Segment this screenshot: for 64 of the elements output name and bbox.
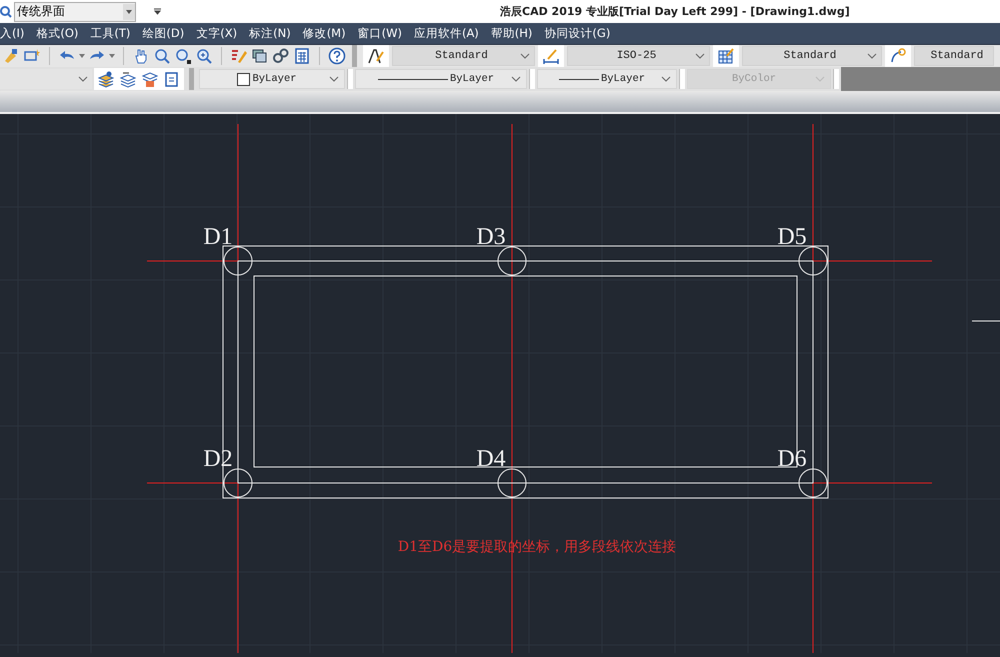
- point-label: D3: [476, 224, 506, 250]
- menu-item[interactable]: 文字(X): [190, 26, 244, 42]
- menu-item[interactable]: 格式(O): [30, 26, 84, 42]
- toolbar-grip[interactable]: [679, 69, 685, 90]
- chevron-icon: [867, 53, 877, 60]
- chevron-icon: [695, 53, 705, 60]
- caret-icon[interactable]: [109, 54, 115, 58]
- workspace-dropdown[interactable]: 传统界面: [14, 2, 136, 22]
- document-icon[interactable]: [163, 70, 181, 88]
- toolbar-grip[interactable]: [189, 68, 194, 90]
- customize-icon[interactable]: [154, 8, 161, 16]
- menu-item[interactable]: 帮助(H): [484, 26, 538, 42]
- leader-style-icon[interactable]: [885, 45, 911, 68]
- zoom-window-icon[interactable]: [174, 47, 192, 66]
- menu-item[interactable]: 标注(N): [243, 26, 297, 42]
- menu-item[interactable]: 应用软件(A): [408, 26, 485, 42]
- toolbar-grip[interactable]: [833, 69, 839, 90]
- color-swatch-icon: [237, 72, 250, 86]
- layers-icon[interactable]: [251, 47, 269, 66]
- calculator-icon[interactable]: [293, 47, 311, 66]
- paint-icon[interactable]: [2, 47, 20, 66]
- layer-stack-icon[interactable]: [141, 70, 159, 88]
- line-sample-icon: [558, 78, 599, 80]
- chevron-icon: [520, 53, 530, 60]
- menu-item[interactable]: 修改(M): [296, 26, 352, 42]
- property-dropdown[interactable]: ByLayer: [355, 69, 527, 90]
- chevron-icon: [661, 76, 671, 82]
- chevron-icon: [511, 76, 521, 82]
- menu-item[interactable]: 工具(T): [84, 26, 136, 42]
- style-dropdown[interactable]: Standard: [392, 46, 535, 66]
- table-style-icon[interactable]: [713, 45, 739, 68]
- style-dropdown[interactable]: Standard: [914, 46, 994, 66]
- toolbar-grip[interactable]: [529, 69, 535, 90]
- point-label: D1: [203, 224, 233, 250]
- layer-stack-icon[interactable]: [119, 70, 137, 88]
- text-style-icon[interactable]: [363, 45, 389, 68]
- menu-item[interactable]: 窗口(W): [352, 26, 408, 42]
- zoom-in-icon[interactable]: [195, 47, 213, 66]
- toolbar-grip[interactable]: [352, 45, 357, 68]
- caret-icon[interactable]: [79, 54, 85, 58]
- style-dropdown[interactable]: Standard: [742, 46, 882, 66]
- menu-item[interactable]: 入(I): [0, 26, 30, 42]
- toolbar-grip[interactable]: [347, 69, 353, 90]
- property-dropdown[interactable]: ByLayer: [537, 69, 677, 90]
- caret-icon: [126, 10, 132, 14]
- point-label: D5: [777, 224, 807, 250]
- style-dropdown[interactable]: ISO-25: [567, 46, 710, 66]
- chevron-icon: [78, 76, 88, 82]
- menu-item[interactable]: 绘图(D): [136, 26, 190, 42]
- chevron-icon: [329, 76, 339, 82]
- properties-icon[interactable]: [230, 47, 248, 66]
- window-title: 浩辰CAD 2019 专业版[Trial Day Left 299] - [Drawing1.dwg]: [500, 4, 850, 20]
- line-sample-icon: [378, 78, 448, 80]
- chevron-icon: [815, 76, 825, 82]
- menu-item[interactable]: 协同设计(G): [538, 26, 616, 42]
- gears-icon[interactable]: [272, 47, 290, 66]
- zoom-icon[interactable]: [153, 47, 171, 66]
- crosshair-line: [972, 320, 1000, 322]
- point-label: D4: [476, 446, 506, 472]
- layer-stack-icon[interactable]: [97, 70, 115, 88]
- dimension-style-icon[interactable]: [538, 45, 564, 68]
- property-dropdown[interactable]: ByLayer: [199, 69, 345, 90]
- help-icon[interactable]: [328, 47, 346, 66]
- workspace-icon[interactable]: [0, 4, 12, 19]
